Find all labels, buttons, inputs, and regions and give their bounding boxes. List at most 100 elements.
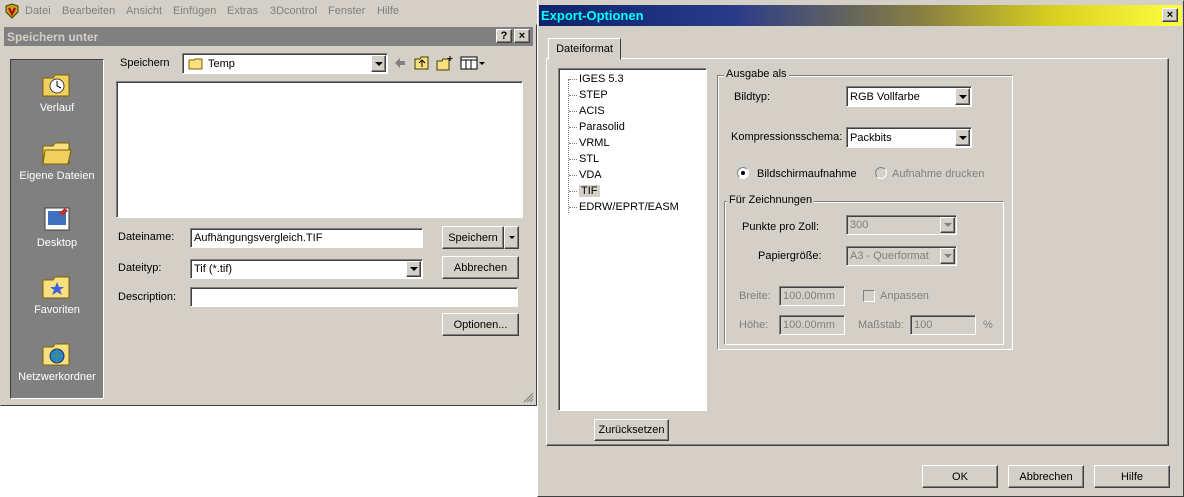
view-menu-icon[interactable]	[460, 55, 486, 71]
reset-button-label: Zurücksetzen	[598, 424, 665, 436]
tab-dateiformat-label: Dateiformat	[556, 43, 613, 55]
image-type-value: RGB Vollfarbe	[850, 90, 920, 103]
menu-bearbeiten[interactable]: Bearbeiten	[62, 5, 115, 17]
dpi-value: 300	[850, 219, 869, 231]
compression-value: Packbits	[850, 131, 892, 144]
format-item-parasolid[interactable]: Parasolid	[569, 121, 625, 133]
paper-size-label: Papiergröße:	[758, 250, 822, 262]
ok-button[interactable]: OK	[922, 465, 998, 488]
place-network[interactable]: Netzwerkordner	[11, 339, 103, 383]
place-favorites[interactable]: Favoriten	[11, 272, 103, 316]
cancel-button[interactable]: Abbrechen	[442, 256, 519, 279]
save-dialog-title: Speichern unter	[7, 29, 99, 44]
file-list[interactable]	[116, 81, 523, 218]
format-item-vda[interactable]: VDA	[569, 169, 602, 181]
width-input[interactable]: 100.00mm	[779, 286, 845, 306]
radio-print-capture[interactable]	[875, 167, 887, 179]
menu-3dcontrol[interactable]: 3Dcontrol	[270, 5, 317, 17]
filetype-dropdown[interactable]: Tif (*.tif)	[190, 259, 423, 279]
scale-value: 100	[914, 319, 933, 331]
back-arrow-icon[interactable]	[393, 56, 407, 70]
options-button[interactable]: Optionen...	[442, 313, 519, 336]
save-split-dropdown[interactable]	[504, 226, 519, 249]
width-value: 100.00mm	[783, 290, 835, 302]
location-value: Temp	[208, 57, 235, 70]
filename-input[interactable]: Aufhängungsvergleich.TIF	[190, 228, 423, 248]
height-input[interactable]: 100.00mm	[779, 315, 845, 335]
chevron-down-icon[interactable]	[371, 55, 386, 72]
chevron-down-icon[interactable]	[955, 88, 970, 105]
export-cancel-button[interactable]: Abbrechen	[1008, 465, 1084, 488]
close-button[interactable]: ×	[1162, 8, 1178, 22]
export-dialog-title: Export-Optionen	[541, 8, 644, 23]
export-help-button[interactable]: Hilfe	[1094, 465, 1170, 488]
folder-icon	[188, 58, 204, 70]
filename-label: Dateiname:	[118, 231, 175, 243]
options-button-label: Optionen...	[453, 318, 508, 331]
menu-ansicht[interactable]: Ansicht	[126, 5, 162, 17]
chevron-down-icon[interactable]	[940, 217, 955, 233]
menu-datei[interactable]: Datei	[25, 5, 51, 17]
export-help-button-label: Hilfe	[1120, 470, 1143, 483]
place-my-documents[interactable]: Eigene Dateien	[11, 138, 103, 182]
place-desktop[interactable]: Desktop	[11, 205, 103, 249]
format-item-acis[interactable]: ACIS	[569, 105, 605, 117]
filename-value: Aufhängungsvergleich.TIF	[194, 232, 323, 244]
export-options-dialog: Export-Optionen × Dateiformat IGES 5.3 S…	[537, 0, 1184, 497]
format-item-vrml[interactable]: VRML	[569, 137, 610, 149]
save-dialog-titlebar: Speichern unter ? ×	[4, 27, 533, 46]
dpi-label: Punkte pro Zoll:	[742, 221, 820, 233]
help-button[interactable]: ?	[496, 29, 512, 43]
chevron-down-icon[interactable]	[940, 248, 955, 264]
compression-dropdown[interactable]: Packbits	[846, 127, 972, 148]
menu-einfuegen[interactable]: Einfügen	[173, 5, 216, 17]
format-item-tif[interactable]: TIF	[569, 185, 600, 197]
width-label: Breite:	[739, 290, 771, 302]
filetype-value: Tif (*.tif)	[194, 263, 233, 275]
cancel-button-label: Abbrechen	[453, 261, 508, 274]
tab-dateiformat[interactable]: Dateiformat	[548, 38, 621, 60]
reset-button[interactable]: Zurücksetzen	[594, 419, 669, 441]
fit-label: Anpassen	[880, 290, 929, 302]
format-item-stl[interactable]: STL	[568, 153, 599, 165]
app-menubar: Datei Bearbeiten Ansicht Einfügen Extras…	[0, 0, 537, 24]
tab-panel: IGES 5.3 STEP ACIS Parasolid VRML STL VD…	[546, 58, 1169, 446]
history-icon	[41, 70, 73, 100]
export-cancel-button-label: Abbrechen	[1019, 470, 1073, 483]
image-type-dropdown[interactable]: RGB Vollfarbe	[846, 86, 972, 107]
place-history[interactable]: Verlauf	[11, 70, 103, 114]
app-logo-icon	[4, 3, 20, 19]
fit-checkbox[interactable]	[863, 290, 875, 302]
scale-unit-label: %	[983, 319, 993, 331]
description-input[interactable]	[190, 287, 518, 307]
tree-line	[568, 79, 569, 213]
menu-extras[interactable]: Extras	[227, 5, 258, 17]
format-item-edrw[interactable]: EDRW/EPRT/EASM	[569, 201, 679, 213]
save-as-dialog: Speichern unter ? × Verlauf Eigene Datei…	[0, 24, 537, 406]
format-tree: IGES 5.3 STEP ACIS Parasolid VRML STL VD…	[558, 68, 707, 411]
dpi-dropdown[interactable]: 300	[846, 215, 957, 235]
location-dropdown[interactable]: Temp	[182, 53, 388, 74]
resize-grip-icon[interactable]	[522, 391, 534, 403]
format-item-iges[interactable]: IGES 5.3	[569, 73, 624, 85]
scale-input[interactable]: 100	[910, 315, 976, 335]
desktop-icon	[41, 205, 73, 235]
paper-size-dropdown[interactable]: A3 - Querformat	[846, 246, 957, 266]
radio-screen-capture[interactable]	[737, 167, 749, 179]
chevron-down-icon[interactable]	[406, 261, 421, 277]
new-folder-icon[interactable]	[436, 55, 454, 71]
height-value: 100.00mm	[783, 319, 835, 331]
menu-fenster[interactable]: Fenster	[328, 5, 365, 17]
save-button[interactable]: Speichern	[442, 226, 504, 249]
export-dialog-titlebar: Export-Optionen ×	[539, 5, 1182, 26]
output-group: Ausgabe als Bildtyp: RGB Vollfarbe Kompr…	[717, 68, 1013, 350]
menu-hilfe[interactable]: Hilfe	[377, 5, 399, 17]
description-label: Description:	[118, 291, 177, 303]
save-button-label: Speichern	[448, 231, 498, 244]
filetype-label: Dateityp:	[118, 262, 162, 274]
format-item-step[interactable]: STEP	[569, 89, 608, 101]
chevron-down-icon[interactable]	[955, 129, 970, 146]
up-folder-icon[interactable]	[414, 55, 430, 71]
ok-button-label: OK	[952, 470, 968, 483]
close-button[interactable]: ×	[514, 29, 530, 43]
